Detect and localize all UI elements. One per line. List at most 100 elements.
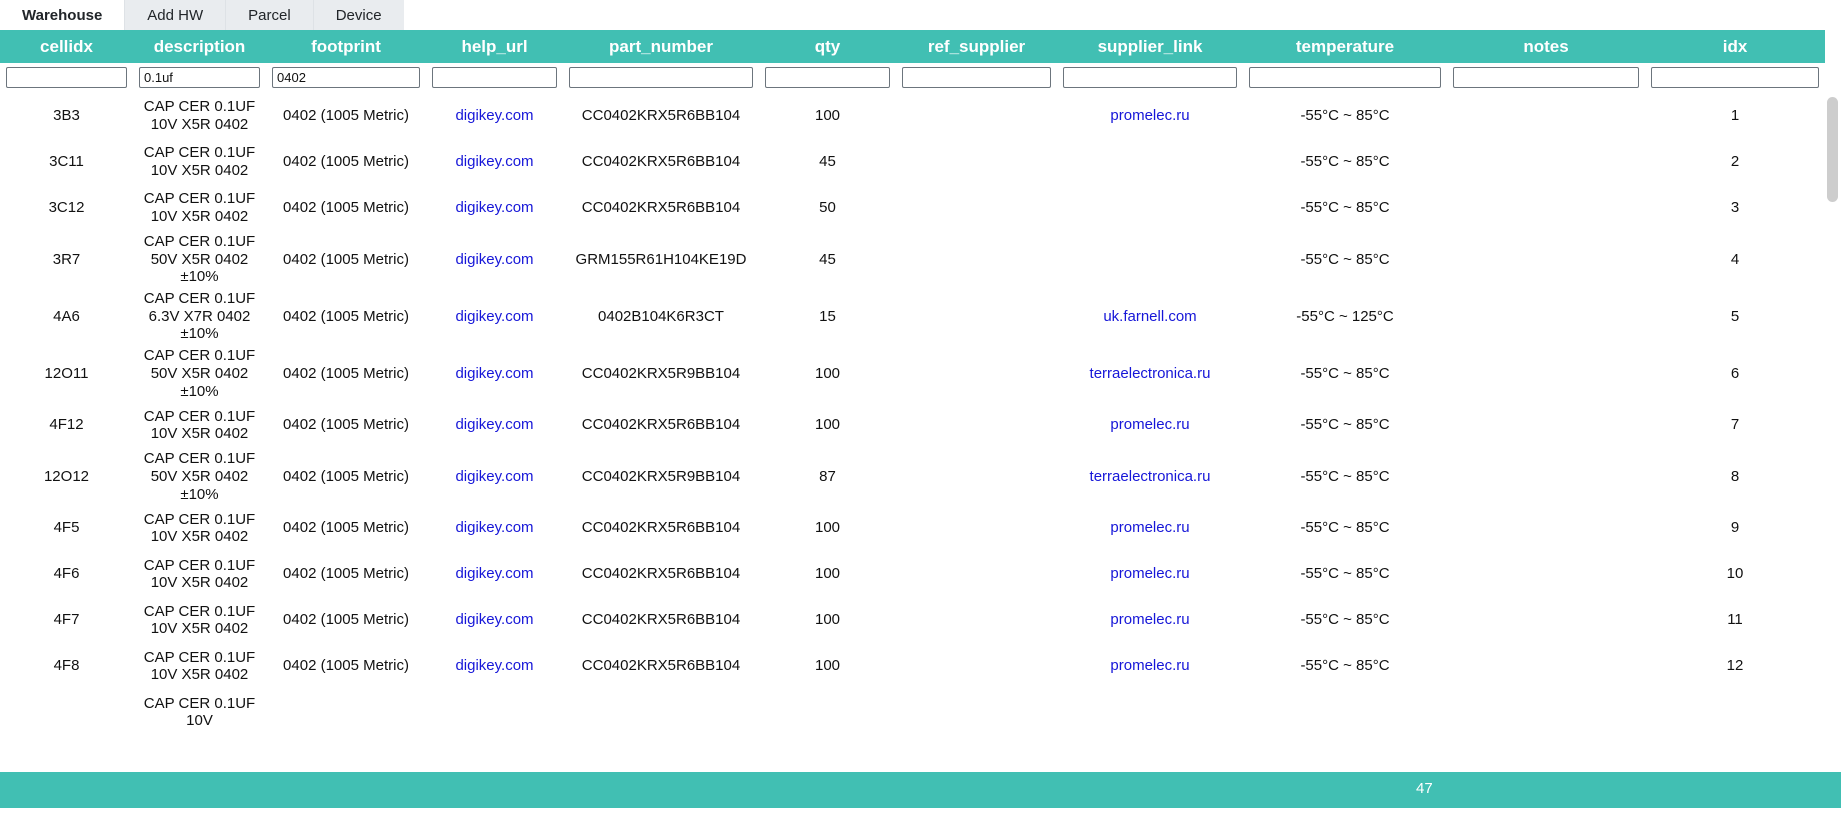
column-header-qty[interactable]: qty xyxy=(759,30,896,63)
cell-supplier-link xyxy=(1057,139,1243,185)
cell-footprint: 0402 (1005 Metric) xyxy=(266,139,426,185)
supplier-link-link[interactable]: promelec.ru xyxy=(1110,565,1189,582)
supplier-link-link[interactable]: promelec.ru xyxy=(1110,519,1189,536)
cell-cellidx: 3C12 xyxy=(0,185,133,231)
column-header-ref-supplier[interactable]: ref_supplier xyxy=(896,30,1057,63)
cell-qty: 50 xyxy=(759,185,896,231)
cell-help-url: digikey.com xyxy=(426,345,563,403)
cell-part-number: CC0402KRX5R9BB104 xyxy=(563,345,759,403)
column-header-description[interactable]: description xyxy=(133,30,266,63)
help-url-link[interactable]: digikey.com xyxy=(455,251,533,268)
table-row[interactable]: 4F7 CAP CER 0.1UF 10V X5R 0402 0402 (1005 … xyxy=(0,597,1825,644)
cell-cellidx: 4F8 xyxy=(0,643,133,690)
supplier-link-link[interactable]: promelec.ru xyxy=(1110,611,1189,628)
help-url-link[interactable]: digikey.com xyxy=(455,107,533,124)
table-row[interactable]: CAP CER 0.1UF 10V xyxy=(0,689,1825,736)
filter-input-temperature[interactable] xyxy=(1249,67,1441,88)
cell-notes xyxy=(1447,402,1645,449)
filter-input-notes[interactable] xyxy=(1453,67,1639,88)
column-header-cellidx[interactable]: cellidx xyxy=(0,30,133,63)
filter-input-part-number[interactable] xyxy=(569,67,753,88)
filter-cell-cellidx xyxy=(0,63,133,93)
filter-input-help-url[interactable] xyxy=(432,67,557,88)
column-header-part-number[interactable]: part_number xyxy=(563,30,759,63)
table-row[interactable]: 12O12 CAP CER 0.1UF 50V X5R 0402 ±10% 0402… xyxy=(0,448,1825,506)
nav-tab-parcel[interactable]: Parcel xyxy=(226,0,314,30)
supplier-link-link[interactable]: promelec.ru xyxy=(1110,107,1189,124)
column-header-supplier-link[interactable]: supplier_link xyxy=(1057,30,1243,63)
cell-temperature: -55°C ~ 85°C xyxy=(1243,597,1447,644)
column-header-temperature[interactable]: temperature xyxy=(1243,30,1447,63)
cell-notes xyxy=(1447,231,1645,289)
table-body: 3B3 CAP CER 0.1UF 10V X5R 0402 0402 (1005 … xyxy=(0,93,1825,736)
nav-tab-device[interactable]: Device xyxy=(313,0,404,30)
cell-description: CAP CER 0.1UF 10V X5R 0402 xyxy=(133,551,266,598)
supplier-link-link[interactable]: promelec.ru xyxy=(1110,416,1189,433)
table-row[interactable]: 12O11 CAP CER 0.1UF 50V X5R 0402 ±10% 0402… xyxy=(0,345,1825,403)
filter-input-cellidx[interactable] xyxy=(6,67,127,88)
filter-input-supplier-link[interactable] xyxy=(1063,67,1237,88)
help-url-link[interactable]: digikey.com xyxy=(455,153,533,170)
nav-tab-warehouse-label: Warehouse xyxy=(22,6,103,24)
column-header-idx[interactable]: idx xyxy=(1645,30,1825,63)
filter-input-description[interactable] xyxy=(139,67,260,88)
cell-footprint xyxy=(266,689,426,736)
table-row[interactable]: 4F8 CAP CER 0.1UF 10V X5R 0402 0402 (1005 … xyxy=(0,643,1825,690)
cell-cellidx: 12O12 xyxy=(0,448,133,506)
filter-input-footprint[interactable] xyxy=(272,67,420,88)
cell-supplier-link: promelec.ru xyxy=(1057,402,1243,449)
supplier-link-link[interactable]: promelec.ru xyxy=(1110,657,1189,674)
column-header-notes[interactable]: notes xyxy=(1447,30,1645,63)
filter-input-qty[interactable] xyxy=(765,67,890,88)
cell-supplier-link: uk.farnell.com xyxy=(1057,288,1243,346)
table-row[interactable]: 3R7 CAP CER 0.1UF 50V X5R 0402 ±10% 0402 (… xyxy=(0,231,1825,289)
help-url-link[interactable]: digikey.com xyxy=(455,416,533,433)
vertical-scrollbar[interactable] xyxy=(1826,92,1839,772)
cell-idx: 3 xyxy=(1645,185,1825,231)
column-header-help-url[interactable]: help_url xyxy=(426,30,563,63)
warehouse-table-container[interactable]: cellidx description footprint help_url p… xyxy=(0,30,1841,772)
vertical-scrollbar-thumb[interactable] xyxy=(1827,97,1838,202)
cell-cellidx: 4F6 xyxy=(0,551,133,598)
supplier-link-link[interactable]: terraelectronica.ru xyxy=(1090,365,1211,382)
cell-help-url: digikey.com xyxy=(426,139,563,185)
supplier-link-link[interactable]: uk.farnell.com xyxy=(1103,308,1196,325)
help-url-link[interactable]: digikey.com xyxy=(455,565,533,582)
cell-footprint: 0402 (1005 Metric) xyxy=(266,643,426,690)
table-row[interactable]: 4F5 CAP CER 0.1UF 10V X5R 0402 0402 (1005 … xyxy=(0,505,1825,552)
column-header-footprint[interactable]: footprint xyxy=(266,30,426,63)
table-row[interactable]: 3C11 CAP CER 0.1UF 10V X5R 0402 0402 (1005… xyxy=(0,139,1825,185)
cell-temperature: -55°C ~ 85°C xyxy=(1243,643,1447,690)
cell-temperature: -55°C ~ 85°C xyxy=(1243,345,1447,403)
help-url-link[interactable]: digikey.com xyxy=(455,365,533,382)
cell-help-url: digikey.com xyxy=(426,597,563,644)
cell-notes xyxy=(1447,139,1645,185)
cell-ref-supplier xyxy=(896,689,1057,736)
table-row[interactable]: 3C12 CAP CER 0.1UF 10V X5R 0402 0402 (1005… xyxy=(0,185,1825,231)
filter-cell-idx xyxy=(1645,63,1825,93)
table-row[interactable]: 3B3 CAP CER 0.1UF 10V X5R 0402 0402 (1005 … xyxy=(0,93,1825,139)
help-url-link[interactable]: digikey.com xyxy=(455,308,533,325)
nav-tab-parcel-label: Parcel xyxy=(248,6,291,24)
help-url-link[interactable]: digikey.com xyxy=(455,468,533,485)
cell-description: CAP CER 0.1UF 10V X5R 0402 xyxy=(133,505,266,552)
table-row[interactable]: 4F12 CAP CER 0.1UF 10V X5R 0402 0402 (1005… xyxy=(0,402,1825,449)
app-root: Warehouse Add HW Parcel Device cellidx d… xyxy=(0,0,1841,821)
help-url-link[interactable]: digikey.com xyxy=(455,199,533,216)
cell-temperature: -55°C ~ 85°C xyxy=(1243,185,1447,231)
cell-cellidx: 4F5 xyxy=(0,505,133,552)
filter-input-idx[interactable] xyxy=(1651,67,1819,88)
table-row[interactable]: 4F6 CAP CER 0.1UF 10V X5R 0402 0402 (1005 … xyxy=(0,551,1825,598)
help-url-link[interactable]: digikey.com xyxy=(455,611,533,628)
filter-cell-part-number xyxy=(563,63,759,93)
nav-tab-list: Warehouse Add HW Parcel Device xyxy=(0,0,404,30)
cell-ref-supplier xyxy=(896,597,1057,644)
help-url-link[interactable]: digikey.com xyxy=(455,657,533,674)
help-url-link[interactable]: digikey.com xyxy=(455,519,533,536)
nav-tab-add-hw[interactable]: Add HW xyxy=(125,0,227,30)
supplier-link-link[interactable]: terraelectronica.ru xyxy=(1090,468,1211,485)
table-row[interactable]: 4A6 CAP CER 0.1UF 6.3V X7R 0402 ±10% 0402 … xyxy=(0,288,1825,346)
cell-qty: 100 xyxy=(759,597,896,644)
filter-input-ref-supplier[interactable] xyxy=(902,67,1051,88)
nav-tab-warehouse[interactable]: Warehouse xyxy=(0,0,126,30)
